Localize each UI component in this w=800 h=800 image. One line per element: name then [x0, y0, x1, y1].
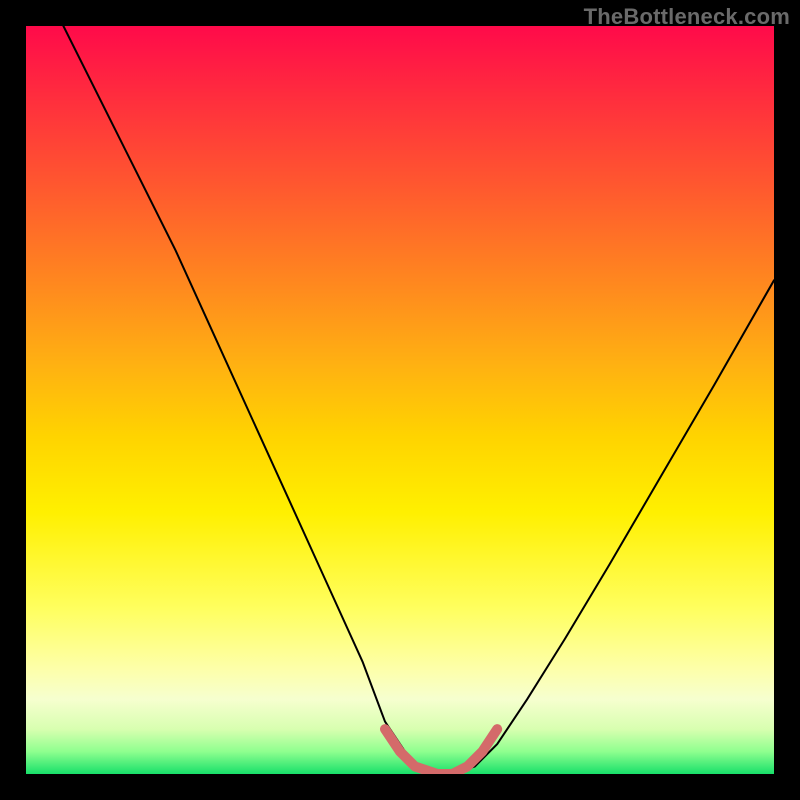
plot-area: [26, 26, 774, 774]
curve-layer: [26, 26, 774, 774]
chart-stage: TheBottleneck.com: [0, 0, 800, 800]
bottleneck-curve: [63, 26, 774, 774]
optimal-zone-curve: [385, 729, 497, 774]
